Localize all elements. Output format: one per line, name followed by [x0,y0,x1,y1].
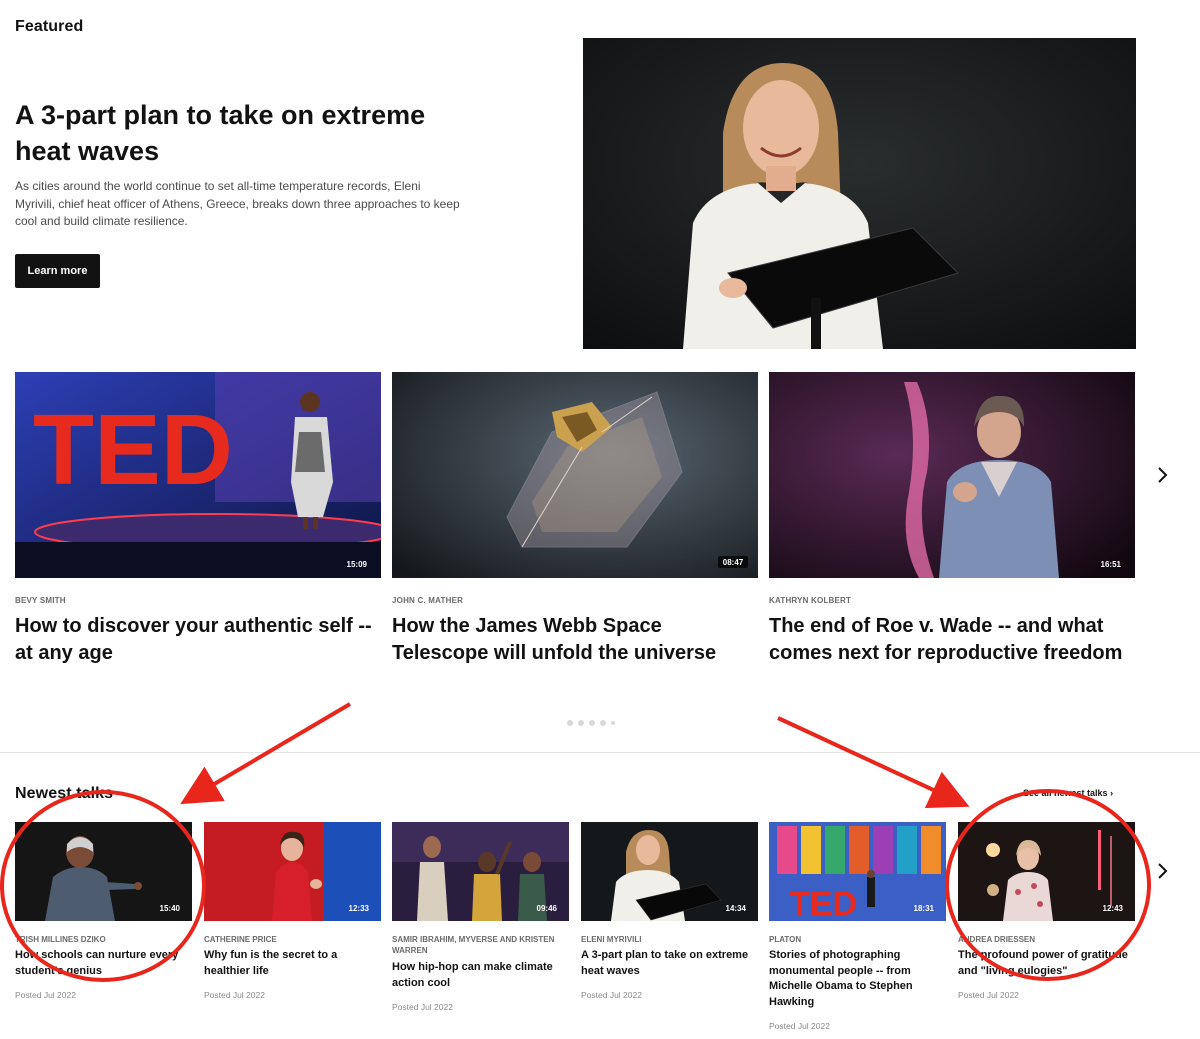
carousel-card-image-3[interactable]: 16:51 [769,372,1135,578]
talk-speaker-4: ELENI MYRIVILI [581,935,642,944]
svg-text:12:33: 12:33 [349,904,370,913]
talk-title-3[interactable]: How hip-hop can make climate action cool [392,960,564,991]
pagination-dot[interactable] [600,720,606,726]
carousel-card-image-2[interactable]: 08:47 [392,372,758,578]
carousel-card-speaker-3: KATHRYN KOLBERT [769,596,852,605]
svg-text:12:43: 12:43 [1103,904,1124,913]
talk-title-6[interactable]: The profound power of gratitude and "liv… [958,948,1130,979]
svg-text:09:46: 09:46 [537,904,558,913]
featured-image[interactable] [583,38,1136,349]
carousel-next-chevron-right-icon[interactable] [1152,464,1174,486]
talk-speaker-1: TRISH MILLINES DZIKO [15,935,106,944]
carousel-card-title-2[interactable]: How the James Webb Space Telescope will … [392,613,752,667]
talk-speaker-6: ANDREA DRIESSEN [958,935,1036,944]
talk-title-2[interactable]: Why fun is the secret to a healthier lif… [204,948,376,979]
talk-title-1[interactable]: How schools can nurture every student's … [15,948,187,979]
newest-talks-heading: Newest talks [15,785,114,802]
svg-text:14:34: 14:34 [726,904,747,913]
carousel-card-title-1[interactable]: How to discover your authentic self -- a… [15,613,375,667]
talk-thumbnail-5[interactable]: TED 18:31 [769,822,946,921]
svg-text:15:40: 15:40 [160,904,181,913]
talk-date-3: Posted Jul 2022 [392,1002,453,1012]
featured-title[interactable]: A 3-part plan to take on extreme heat wa… [15,97,455,169]
see-all-newest-talks-link[interactable]: See all newest talks › [1023,788,1113,798]
talk-thumbnail-3[interactable]: 09:46 [392,822,569,921]
pagination-dot[interactable] [578,720,584,726]
pagination-dot[interactable] [611,721,615,725]
svg-text:TED: TED [33,394,233,506]
svg-text:18:31: 18:31 [914,904,935,913]
talk-title-4[interactable]: A 3-part plan to take on extreme heat wa… [581,948,753,979]
talk-date-5: Posted Jul 2022 [769,1021,830,1031]
svg-text:16:51: 16:51 [1101,560,1122,569]
talk-date-2: Posted Jul 2022 [204,990,265,1000]
carousel-card-speaker-2: JOHN C. MATHER [392,596,464,605]
talk-speaker-5: PLATON [769,935,802,944]
talk-thumbnail-4[interactable]: 14:34 [581,822,758,921]
talk-thumbnail-2[interactable]: 12:33 [204,822,381,921]
see-all-label: See all newest talks [1023,788,1108,798]
svg-text:TED: TED [789,885,857,921]
pagination-dot[interactable] [567,720,573,726]
svg-text:08:47: 08:47 [723,558,744,567]
annotation-arrow-right [777,716,970,809]
talk-date-6: Posted Jul 2022 [958,990,1019,1000]
talk-speaker-2: CATHERINE PRICE [204,935,277,944]
pagination-dot[interactable] [589,720,595,726]
learn-more-button[interactable]: Learn more [15,254,100,288]
featured-heading: Featured [15,18,84,35]
svg-text:15:09: 15:09 [347,560,368,569]
chevron-right-icon: › [1110,788,1114,798]
talk-date-1: Posted Jul 2022 [15,990,76,1000]
talk-thumbnail-1[interactable]: 15:40 [15,822,192,921]
talk-speaker-3: SAMIR IBRAHIM, MYVERSE AND KRISTEN WARRE… [392,935,555,955]
talk-date-4: Posted Jul 2022 [581,990,642,1000]
section-divider [0,752,1200,753]
newest-next-chevron-right-icon[interactable] [1152,860,1174,882]
carousel-card-speaker-1: BEVY SMITH [15,596,66,605]
annotation-arrow-left [180,702,352,805]
featured-description: As cities around the world continue to s… [15,179,460,228]
carousel-card-title-3[interactable]: The end of Roe v. Wade -- and what comes… [769,613,1129,667]
talk-title-5[interactable]: Stories of photographing monumental peop… [769,948,941,1010]
talk-thumbnail-6[interactable]: 12:43 [958,822,1135,921]
carousel-pagination [567,720,615,726]
carousel-card-image-1[interactable]: TED 15:09 [15,372,381,578]
